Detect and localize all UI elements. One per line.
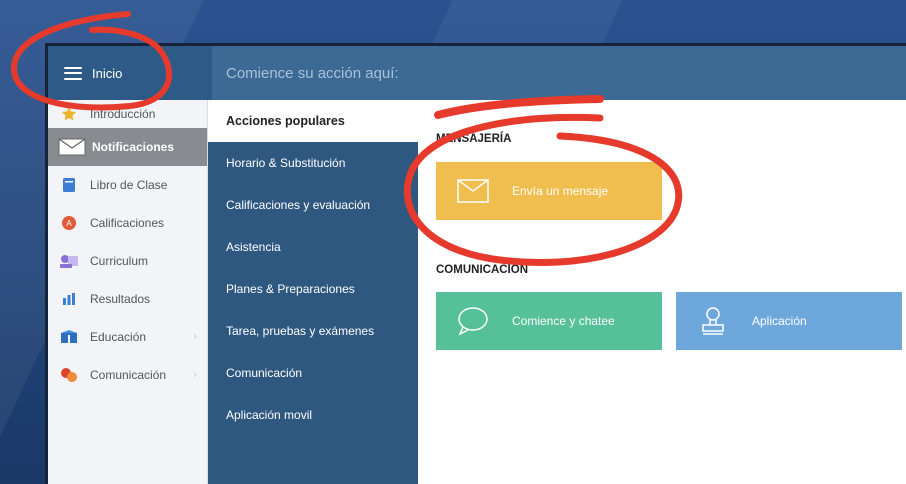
application-label: Aplicación bbox=[752, 314, 807, 328]
sidebar: Introducción Notificaciones Libro de Cla… bbox=[48, 100, 208, 484]
sidebar-item-notificaciones[interactable]: Notificaciones bbox=[48, 128, 207, 166]
chevron-right-icon: › bbox=[193, 331, 197, 343]
send-message-label: Envía un mensaje bbox=[512, 184, 609, 198]
category-calificaciones-evaluacion[interactable]: Calificaciones y evaluación bbox=[208, 184, 418, 226]
svg-text:A: A bbox=[66, 219, 72, 228]
curriculum-icon bbox=[58, 253, 80, 269]
main-panel: MENSAJERÍA Envía un mensaje COMUNICACIÓN… bbox=[418, 100, 906, 484]
start-chat-tile[interactable]: Comience y chatee bbox=[436, 292, 662, 350]
envelope-icon bbox=[58, 138, 86, 156]
app-window: Inicio Introducción Notificaciones Libro… bbox=[48, 46, 906, 484]
category-comunicacion[interactable]: Comunicación bbox=[208, 352, 418, 394]
sidebar-item-comunicacion[interactable]: Comunicación › bbox=[48, 356, 207, 394]
sidebar-item-introduccion[interactable]: Introducción bbox=[48, 100, 207, 128]
sidebar-item-curriculum[interactable]: Curriculum bbox=[48, 242, 207, 280]
hamburger-menu-icon bbox=[64, 66, 82, 80]
home-label: Inicio bbox=[92, 65, 123, 81]
send-message-tile[interactable]: Envía un mensaje bbox=[436, 162, 662, 220]
category-tarea-pruebas-examenes[interactable]: Tarea, pruebas y exámenes bbox=[208, 310, 418, 352]
envelope-icon bbox=[456, 176, 490, 206]
communication-section-title: COMUNICACIÓN bbox=[436, 264, 528, 276]
speech-bubble-icon bbox=[456, 306, 490, 336]
application-tile[interactable]: Aplicación bbox=[676, 292, 902, 350]
education-icon bbox=[58, 329, 80, 345]
category-acciones-populares[interactable]: Acciones populares bbox=[208, 100, 418, 142]
sidebar-item-calificaciones[interactable]: A Calificaciones bbox=[48, 204, 207, 242]
sidebar-item-libro-de-clase[interactable]: Libro de Clase bbox=[48, 166, 207, 204]
sidebar-item-label: Calificaciones bbox=[90, 216, 165, 230]
start-chat-label: Comience y chatee bbox=[512, 314, 615, 328]
grade-icon: A bbox=[58, 215, 80, 231]
sidebar-item-label: Curriculum bbox=[90, 254, 149, 268]
stamp-icon bbox=[696, 306, 730, 336]
home-menu-button[interactable]: Inicio bbox=[48, 46, 212, 100]
messaging-section-title: MENSAJERÍA bbox=[436, 133, 512, 145]
action-categories: Acciones populares Horario & Substitució… bbox=[208, 100, 418, 484]
book-icon bbox=[58, 177, 80, 193]
category-horario-substitucion[interactable]: Horario & Substitución bbox=[208, 142, 418, 184]
chevron-right-icon: › bbox=[193, 369, 197, 381]
action-search bbox=[212, 46, 906, 100]
category-aplicacion-movil[interactable]: Aplicación movil bbox=[208, 394, 418, 436]
sidebar-item-label: Libro de Clase bbox=[90, 178, 168, 192]
action-search-input[interactable] bbox=[226, 64, 906, 82]
bar-chart-icon bbox=[58, 291, 80, 307]
sidebar-item-label: Resultados bbox=[90, 292, 151, 306]
top-bar: Inicio bbox=[48, 46, 906, 100]
sidebar-item-educacion[interactable]: Educación › bbox=[48, 318, 207, 356]
sidebar-item-label: Introducción bbox=[90, 107, 156, 121]
star-icon bbox=[58, 106, 80, 122]
sidebar-item-label: Notificaciones bbox=[92, 140, 175, 154]
sidebar-item-label: Educación bbox=[90, 330, 147, 344]
sidebar-item-label: Comunicación bbox=[90, 368, 167, 382]
sidebar-item-resultados[interactable]: Resultados bbox=[48, 280, 207, 318]
chat-bubbles-icon bbox=[58, 367, 80, 383]
category-planes-preparaciones[interactable]: Planes & Preparaciones bbox=[208, 268, 418, 310]
category-asistencia[interactable]: Asistencia bbox=[208, 226, 418, 268]
